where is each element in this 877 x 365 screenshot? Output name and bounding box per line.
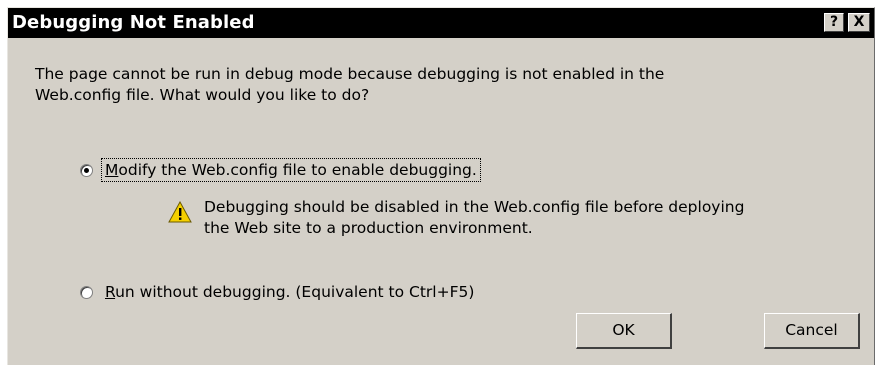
close-button[interactable]: X (848, 13, 870, 32)
warning-icon (168, 201, 192, 223)
warning-text: Debugging should be disabled in the Web.… (204, 197, 844, 239)
option-modify-text: odify the Web.config file to enable debu… (118, 161, 477, 179)
option-modify-label[interactable]: Modify the Web.config file to enable deb… (101, 158, 481, 182)
dialog-title: Debugging Not Enabled (12, 12, 255, 33)
mnemonic-r: R (105, 283, 116, 301)
message-line-2: Web.config file. What would you like to … (35, 86, 370, 104)
warning-line-2: the Web site to a production environment… (204, 219, 533, 237)
radio-modify-webconfig[interactable] (80, 163, 93, 177)
cancel-button[interactable]: Cancel (764, 313, 860, 349)
option-run-text: un without debugging. (Equivalent to Ctr… (115, 283, 475, 301)
mnemonic-m: M (105, 161, 119, 179)
warning-line-1: Debugging should be disabled in the Web.… (204, 198, 745, 216)
option-run-label[interactable]: Run without debugging. (Equivalent to Ct… (103, 282, 476, 302)
ok-button[interactable]: OK (576, 313, 672, 349)
radio-run-without-debugging[interactable] (80, 285, 93, 299)
debugging-dialog: Debugging Not Enabled ? X The page canno… (7, 7, 875, 365)
dialog-message: The page cannot be run in debug mode bec… (35, 64, 835, 106)
help-button[interactable]: ? (824, 13, 844, 32)
message-line-1: The page cannot be run in debug mode bec… (35, 65, 665, 83)
option-modify-webconfig[interactable]: Modify the Web.config file to enable deb… (80, 158, 481, 182)
warning-note: Debugging should be disabled in the Web.… (168, 197, 844, 239)
title-bar[interactable]: Debugging Not Enabled ? X (8, 8, 874, 38)
option-run-without-debugging[interactable]: Run without debugging. (Equivalent to Ct… (80, 282, 476, 302)
